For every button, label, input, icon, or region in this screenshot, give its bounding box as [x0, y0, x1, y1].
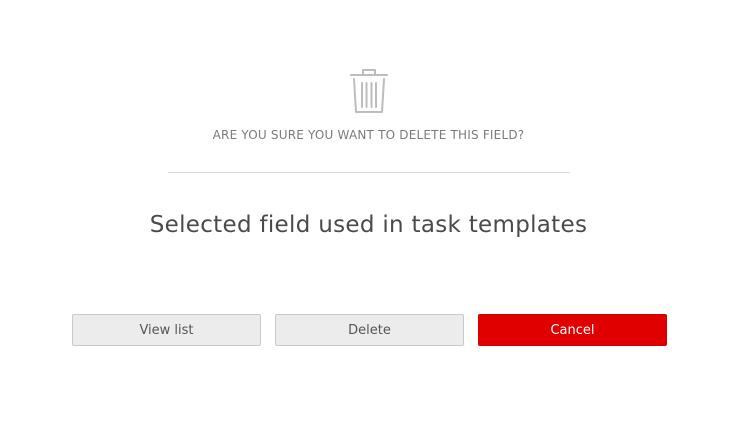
delete-button[interactable]: Delete — [275, 314, 464, 346]
delete-field-dialog: ARE YOU SURE YOU WANT TO DELETE THIS FIE… — [0, 0, 737, 442]
cancel-button[interactable]: Cancel — [478, 314, 667, 346]
divider — [168, 172, 570, 173]
view-list-button[interactable]: View list — [72, 314, 261, 346]
confirmation-question: ARE YOU SURE YOU WANT TO DELETE THIS FIE… — [212, 128, 525, 142]
warning-message: Selected field used in task templates — [149, 212, 588, 238]
trash-icon — [350, 69, 388, 113]
